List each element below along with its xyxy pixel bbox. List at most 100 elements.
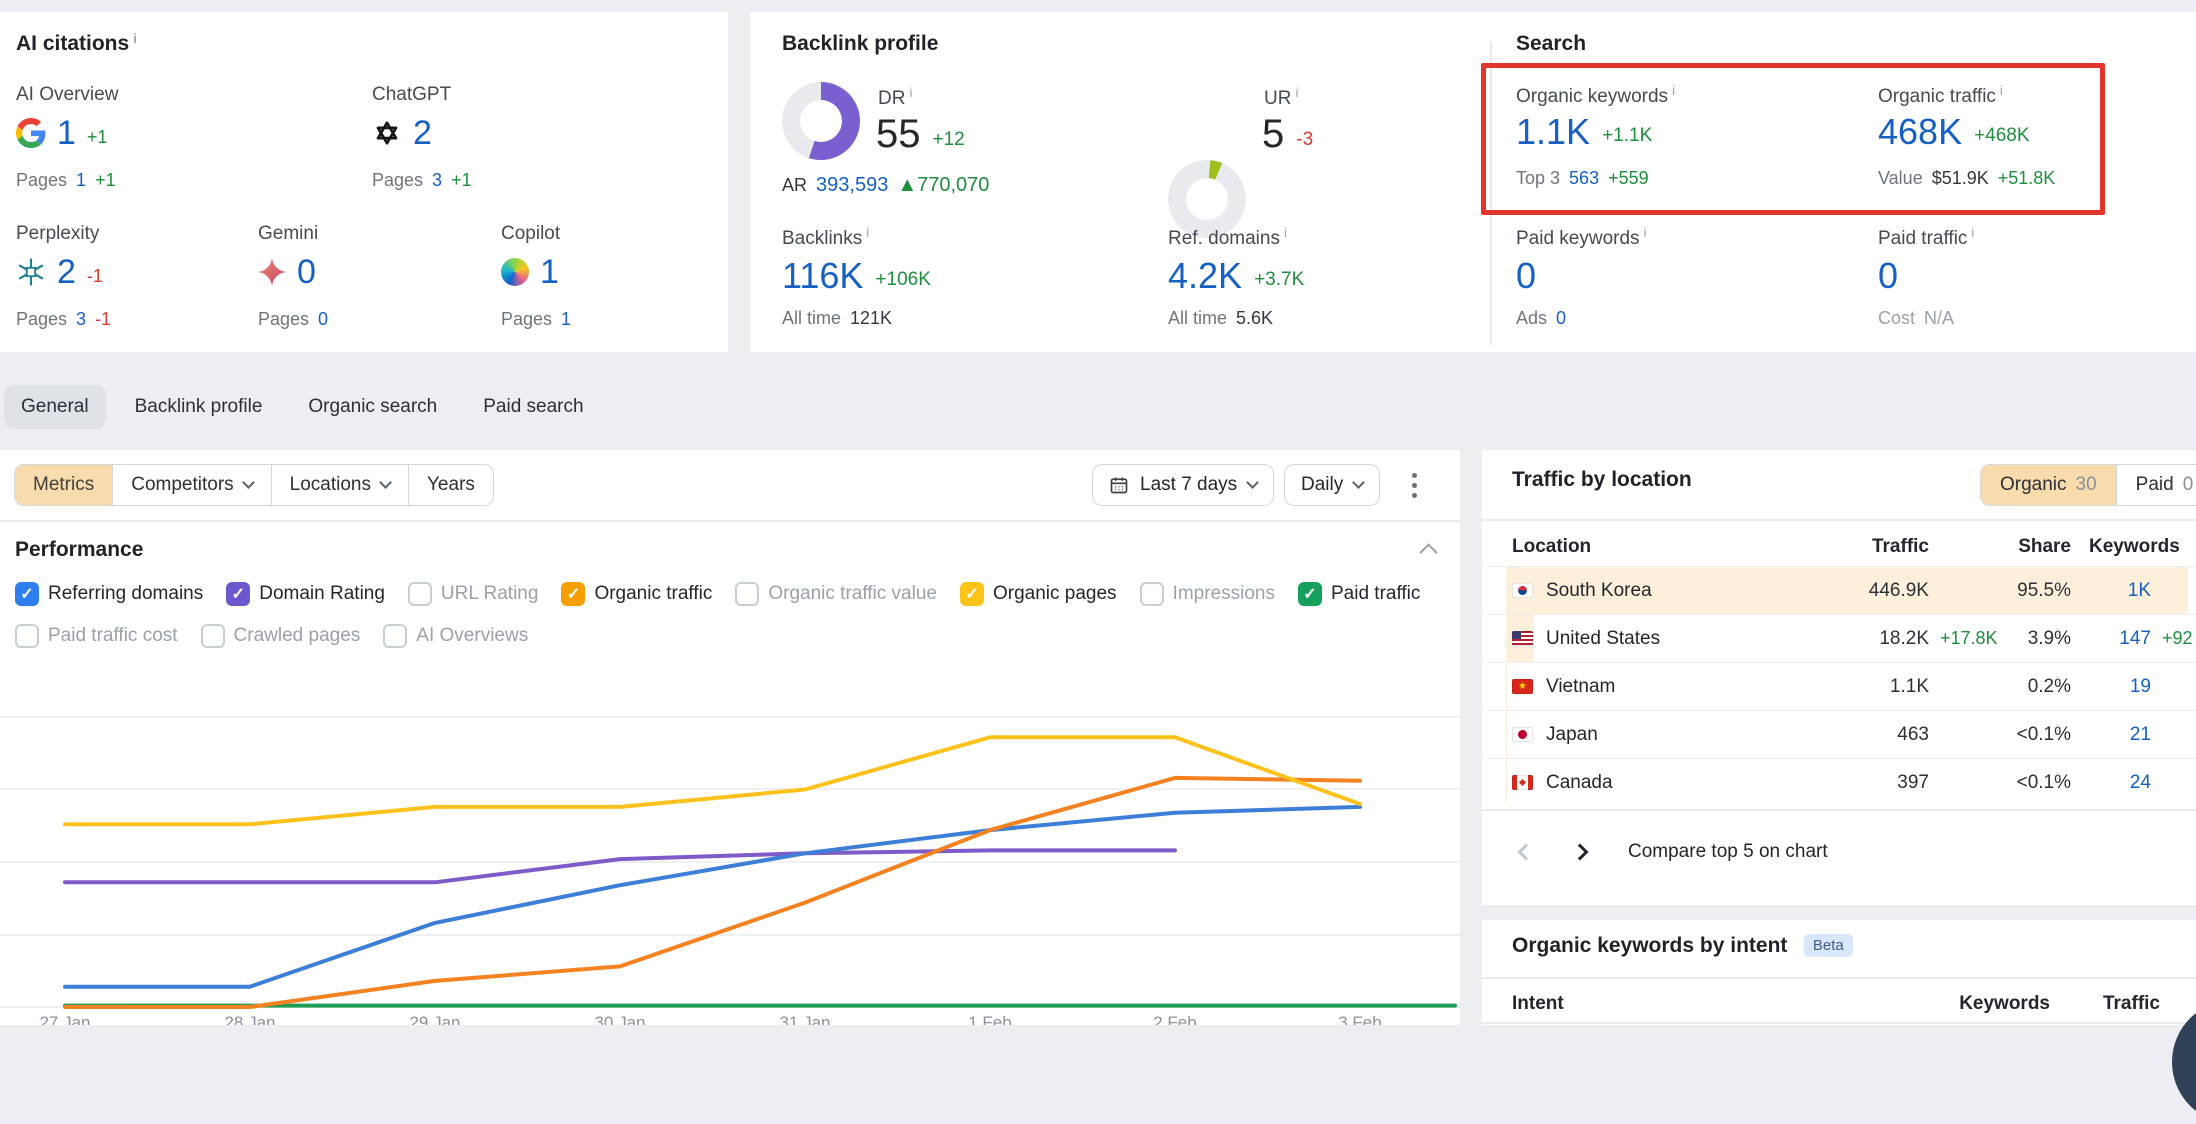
date-range-dropdown[interactable]: Last 7 days [1092,464,1274,506]
tab-label: Paid search [483,396,583,418]
checkbox[interactable] [735,582,759,606]
location-table-row[interactable]: South Korea 446.9K 95.5% 1K [1482,566,2196,614]
metric-checkbox-item[interactable]: Organic pages [960,582,1117,606]
competitors-filter-dropdown[interactable]: Competitors [112,465,270,505]
country-flag-icon [1512,631,1533,646]
toggle-paid[interactable]: Paid0 [2116,465,2196,505]
metric-checkbox-item[interactable]: Organic traffic value [735,582,937,606]
previous-page-icon[interactable] [1518,844,1535,861]
header-keywords[interactable]: Keywords [1940,993,2050,1015]
scrollbar-thumb[interactable] [2186,24,2196,64]
metric-checkbox-item[interactable]: Crawled pages [201,624,361,648]
location-table-row[interactable]: Vietnam 1.1K 0.2% 19 [1482,662,2196,710]
keywords-by-intent-title: Organic keywords by intent [1512,934,1787,957]
checkbox-label: URL Rating [441,583,539,605]
traffic-by-location-title: Traffic by location [1512,468,1692,492]
keywords-count-link[interactable]: 19 [2071,676,2151,698]
checkbox[interactable] [15,624,39,648]
ref-domains-value[interactable]: 4.2K [1168,258,1242,294]
keywords-delta: +92 [2151,628,2196,649]
chevron-down-icon [379,476,392,489]
metric-checkbox-item[interactable]: Organic traffic [561,582,712,606]
info-icon[interactable]: i [866,225,869,240]
copilot-value[interactable]: 1 [540,255,559,289]
metric-checkbox-item[interactable]: Impressions [1140,582,1275,606]
metric-checkbox-item[interactable]: Domain Rating [226,582,385,606]
checkbox-label: Impressions [1173,583,1275,605]
keywords-count-link[interactable]: 1K [2071,580,2151,602]
ar-value[interactable]: 393,593 [816,174,888,197]
metric-checkbox-item[interactable]: URL Rating [408,582,539,606]
granularity-dropdown[interactable]: Daily [1284,464,1380,506]
header-traffic[interactable]: Traffic [2050,993,2160,1015]
gemini-value[interactable]: 0 [297,255,316,289]
metric-checkbox-item[interactable]: AI Overviews [383,624,528,648]
x-tick-label: 29 Jan [409,1013,460,1025]
checkbox[interactable] [383,624,407,648]
header-share[interactable]: Share [2007,536,2071,558]
checkbox[interactable] [408,582,432,606]
divider [1482,1022,2196,1024]
backlinks-value[interactable]: 116K [782,258,863,294]
header-location[interactable]: Location [1512,536,1804,558]
more-options-button[interactable] [1396,464,1432,506]
share-value: 0.2% [2007,676,2071,698]
report-tab[interactable]: Organic search [291,385,454,429]
report-tab[interactable]: Paid search [466,385,600,429]
dr-delta: +12 [933,129,965,154]
copilot-value-row: 1 [501,255,559,289]
header-intent[interactable]: Intent [1512,993,1940,1015]
metric-checkbox-item[interactable]: Referring domains [15,582,203,606]
x-tick-label: 1 Feb [968,1013,1011,1025]
header-keywords[interactable]: Keywords [2071,536,2196,558]
header-traffic[interactable]: Traffic [1804,536,1929,558]
metrics-filter-button[interactable]: Metrics [15,465,112,505]
report-tabbar: General Backlink profile Organic search … [4,385,601,429]
metric-checkbox-item[interactable]: Paid traffic cost [15,624,178,648]
toggle-organic[interactable]: Organic30 [1981,465,2116,505]
next-page-icon[interactable] [1572,844,1589,861]
checkbox[interactable] [960,582,984,606]
checkbox[interactable] [201,624,225,648]
location-table-row[interactable]: United States 18.2K +17.8K 3.9% 147 +92 [1482,614,2196,662]
checkbox[interactable] [1298,582,1322,606]
compare-top5-link[interactable]: Compare top 5 on chart [1628,841,1828,863]
info-icon[interactable]: i [1644,225,1647,240]
locations-filter-dropdown[interactable]: Locations [271,465,408,505]
info-icon[interactable]: i [909,85,912,100]
ai-citations-card: AI citationsi AI Overview 1 +1 Pages1+1 … [0,12,728,352]
checkbox[interactable] [226,582,250,606]
collapse-section-button[interactable] [1419,543,1437,561]
paid-keywords-value[interactable]: 0 [1516,258,1536,294]
ai-overview-pages: Pages1+1 [16,170,116,191]
info-icon[interactable]: i [1971,225,1974,240]
keywords-count-link[interactable]: 21 [2071,724,2151,746]
location-table-body: South Korea 446.9K 95.5% 1K United State… [1482,566,2196,806]
perplexity-value[interactable]: 2 [57,255,76,289]
years-filter-button[interactable]: Years [408,465,493,505]
keywords-count-link[interactable]: 24 [2071,772,2151,794]
checkbox-label: Paid traffic [1331,583,1420,605]
beta-badge: Beta [1804,934,1853,957]
report-tab[interactable]: General [4,385,106,429]
checkbox[interactable] [1140,582,1164,606]
info-icon[interactable]: i [1284,225,1287,240]
performance-title: Performance [15,538,143,562]
keywords-count-link[interactable]: 147 [2071,628,2151,650]
checkbox[interactable] [15,582,39,606]
info-icon[interactable]: i [133,31,137,46]
info-icon[interactable]: i [1295,85,1298,100]
traffic-by-location-panel: Traffic by location Organic30 Paid0 Loca… [1482,450,2196,905]
paid-traffic-value[interactable]: 0 [1878,258,1898,294]
traffic-value: 397 [1804,772,1929,794]
checkbox[interactable] [561,582,585,606]
chatgpt-value[interactable]: 2 [413,116,432,150]
ai-overview-value[interactable]: 1 [57,116,76,150]
metric-checkbox-row-1: Referring domains Domain Rating URL Rati… [15,582,1420,606]
location-table-row[interactable]: Canada 397 <0.1% 24 [1482,758,2196,806]
report-tab[interactable]: Backlink profile [118,385,280,429]
perplexity-label: Perplexity [16,223,99,245]
location-table-row[interactable]: Japan 463 <0.1% 21 [1482,710,2196,758]
metric-checkbox-item[interactable]: Paid traffic [1298,582,1420,606]
perplexity-value-row: 2 -1 [16,255,103,289]
